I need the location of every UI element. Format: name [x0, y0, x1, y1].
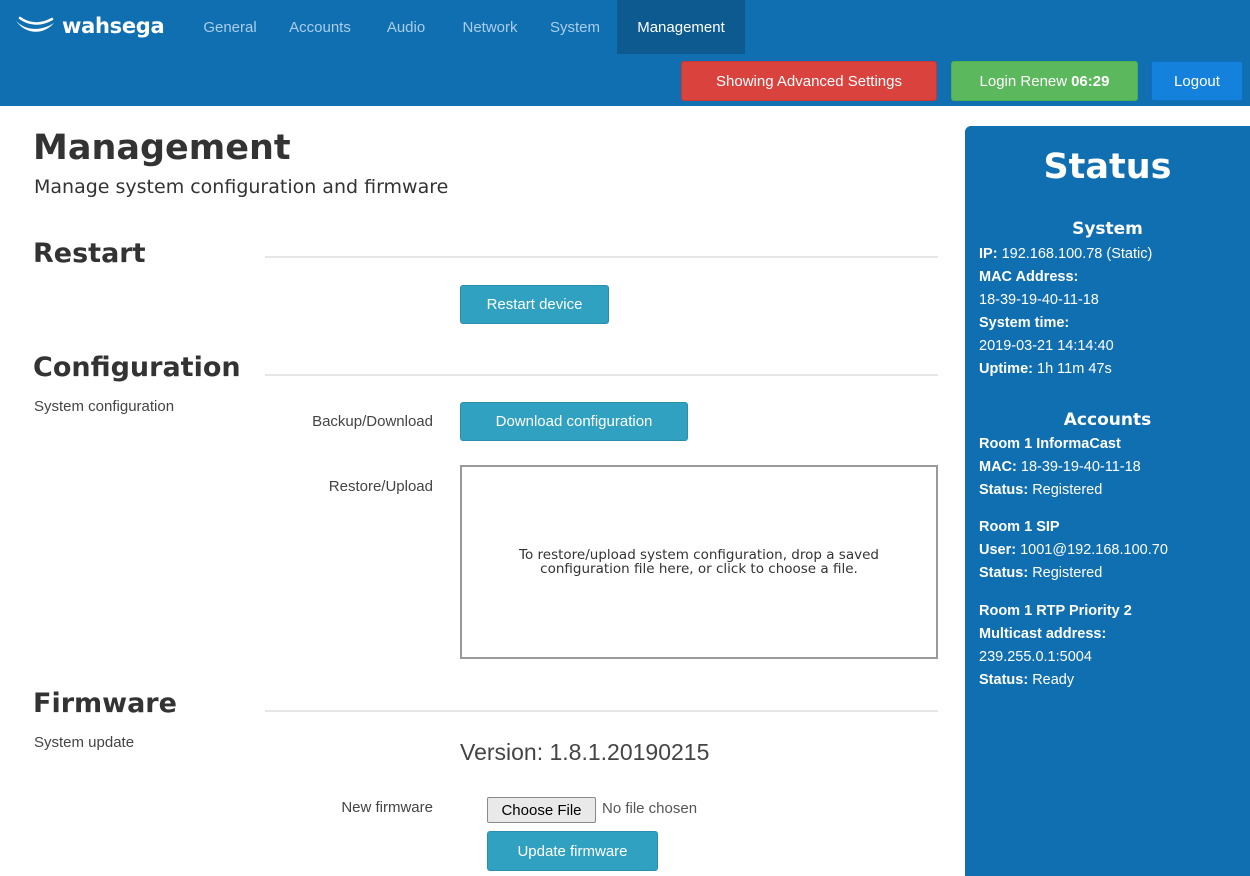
advanced-settings-button[interactable]: Showing Advanced Settings: [681, 61, 937, 101]
backup-download-label: Backup/Download: [312, 413, 433, 430]
account-2-name: Room 1 SIP: [979, 519, 1060, 535]
account-2-user: User: 1001@192.168.100.70: [979, 542, 1168, 558]
account-1-name: Room 1 InformaCast: [979, 436, 1121, 452]
dropzone-text: To restore/upload system configuration, …: [519, 547, 879, 577]
login-renew-button[interactable]: Login Renew 06:29: [951, 61, 1138, 101]
status-ip-label: IP:: [979, 246, 998, 262]
status-time-value: 2019-03-21 14:14:40: [979, 338, 1114, 354]
restart-device-button[interactable]: Restart device: [460, 285, 609, 324]
page-title: Management: [33, 128, 291, 168]
configuration-section-title: Configuration: [33, 352, 241, 383]
status-title: Status: [1043, 147, 1172, 187]
account-3-status: Status: Ready: [979, 672, 1075, 688]
tab-network[interactable]: Network: [448, 0, 532, 54]
restore-upload-label: Restore/Upload: [328, 478, 433, 495]
restart-divider: [265, 256, 938, 258]
configuration-description: System configuration: [34, 398, 175, 415]
status-mac-value: 18-39-19-40-11-18: [979, 292, 1099, 308]
tab-audio[interactable]: Audio: [374, 0, 438, 54]
status-time-label: System time:: [979, 315, 1070, 331]
status-uptime: Uptime: 1h 11m 47s: [979, 360, 1112, 378]
tab-management[interactable]: Management: [617, 0, 745, 54]
status-mac-label: MAC Address:: [979, 269, 1079, 285]
account-1-status: Status: Registered: [979, 482, 1103, 498]
status-uptime-value: 1h 11m 47s: [1037, 361, 1112, 377]
no-file-chosen-text: No file chosen: [602, 800, 698, 817]
new-firmware-label: New firmware: [341, 799, 433, 816]
firmware-section-title: Firmware: [33, 688, 177, 719]
status-ip: IP: 192.168.100.78 (Static): [979, 245, 1152, 263]
tab-general[interactable]: General: [190, 0, 270, 54]
tab-system[interactable]: System: [540, 0, 610, 54]
status-system-heading: System: [1072, 219, 1143, 239]
account-2-status: Status: Registered: [979, 565, 1103, 581]
account-3-name: Room 1 RTP Priority 2: [979, 603, 1132, 619]
status-accounts-heading: Accounts: [1063, 410, 1152, 430]
account-1-mac: MAC: 18-39-19-40-11-18: [979, 459, 1141, 475]
status-ip-value: 192.168.100.78 (Static): [1001, 246, 1153, 262]
wave-logo-icon: [16, 16, 54, 32]
choose-file-button[interactable]: Choose File: [487, 797, 596, 823]
configuration-dropzone[interactable]: To restore/upload system configuration, …: [460, 465, 938, 659]
login-renew-label: Login Renew: [979, 72, 1068, 90]
status-panel: Status System IP: 192.168.100.78 (Static…: [965, 126, 1250, 876]
page-subtitle: Manage system configuration and firmware: [34, 176, 449, 198]
configuration-divider: [265, 374, 938, 376]
status-uptime-label: Uptime:: [979, 361, 1033, 377]
update-firmware-button[interactable]: Update firmware: [487, 831, 658, 871]
brand-logo[interactable]: wahsega: [14, 6, 165, 46]
firmware-description: System update: [34, 734, 135, 751]
account-3-multicast-value: 239.255.0.1:5004: [979, 649, 1092, 665]
top-navbar: wahsega General Accounts Audio Network S…: [0, 0, 1250, 106]
account-3-multicast-label: Multicast address:: [979, 626, 1107, 642]
login-renew-timer: 06:29: [1071, 72, 1110, 90]
restart-section-title: Restart: [33, 238, 146, 269]
tab-accounts[interactable]: Accounts: [276, 0, 364, 54]
logout-button[interactable]: Logout: [1151, 61, 1243, 101]
download-configuration-button[interactable]: Download configuration: [460, 402, 688, 441]
firmware-divider: [265, 710, 938, 712]
brand-name: wahsega: [62, 14, 165, 38]
firmware-version: Version: 1.8.1.20190215: [460, 739, 710, 765]
